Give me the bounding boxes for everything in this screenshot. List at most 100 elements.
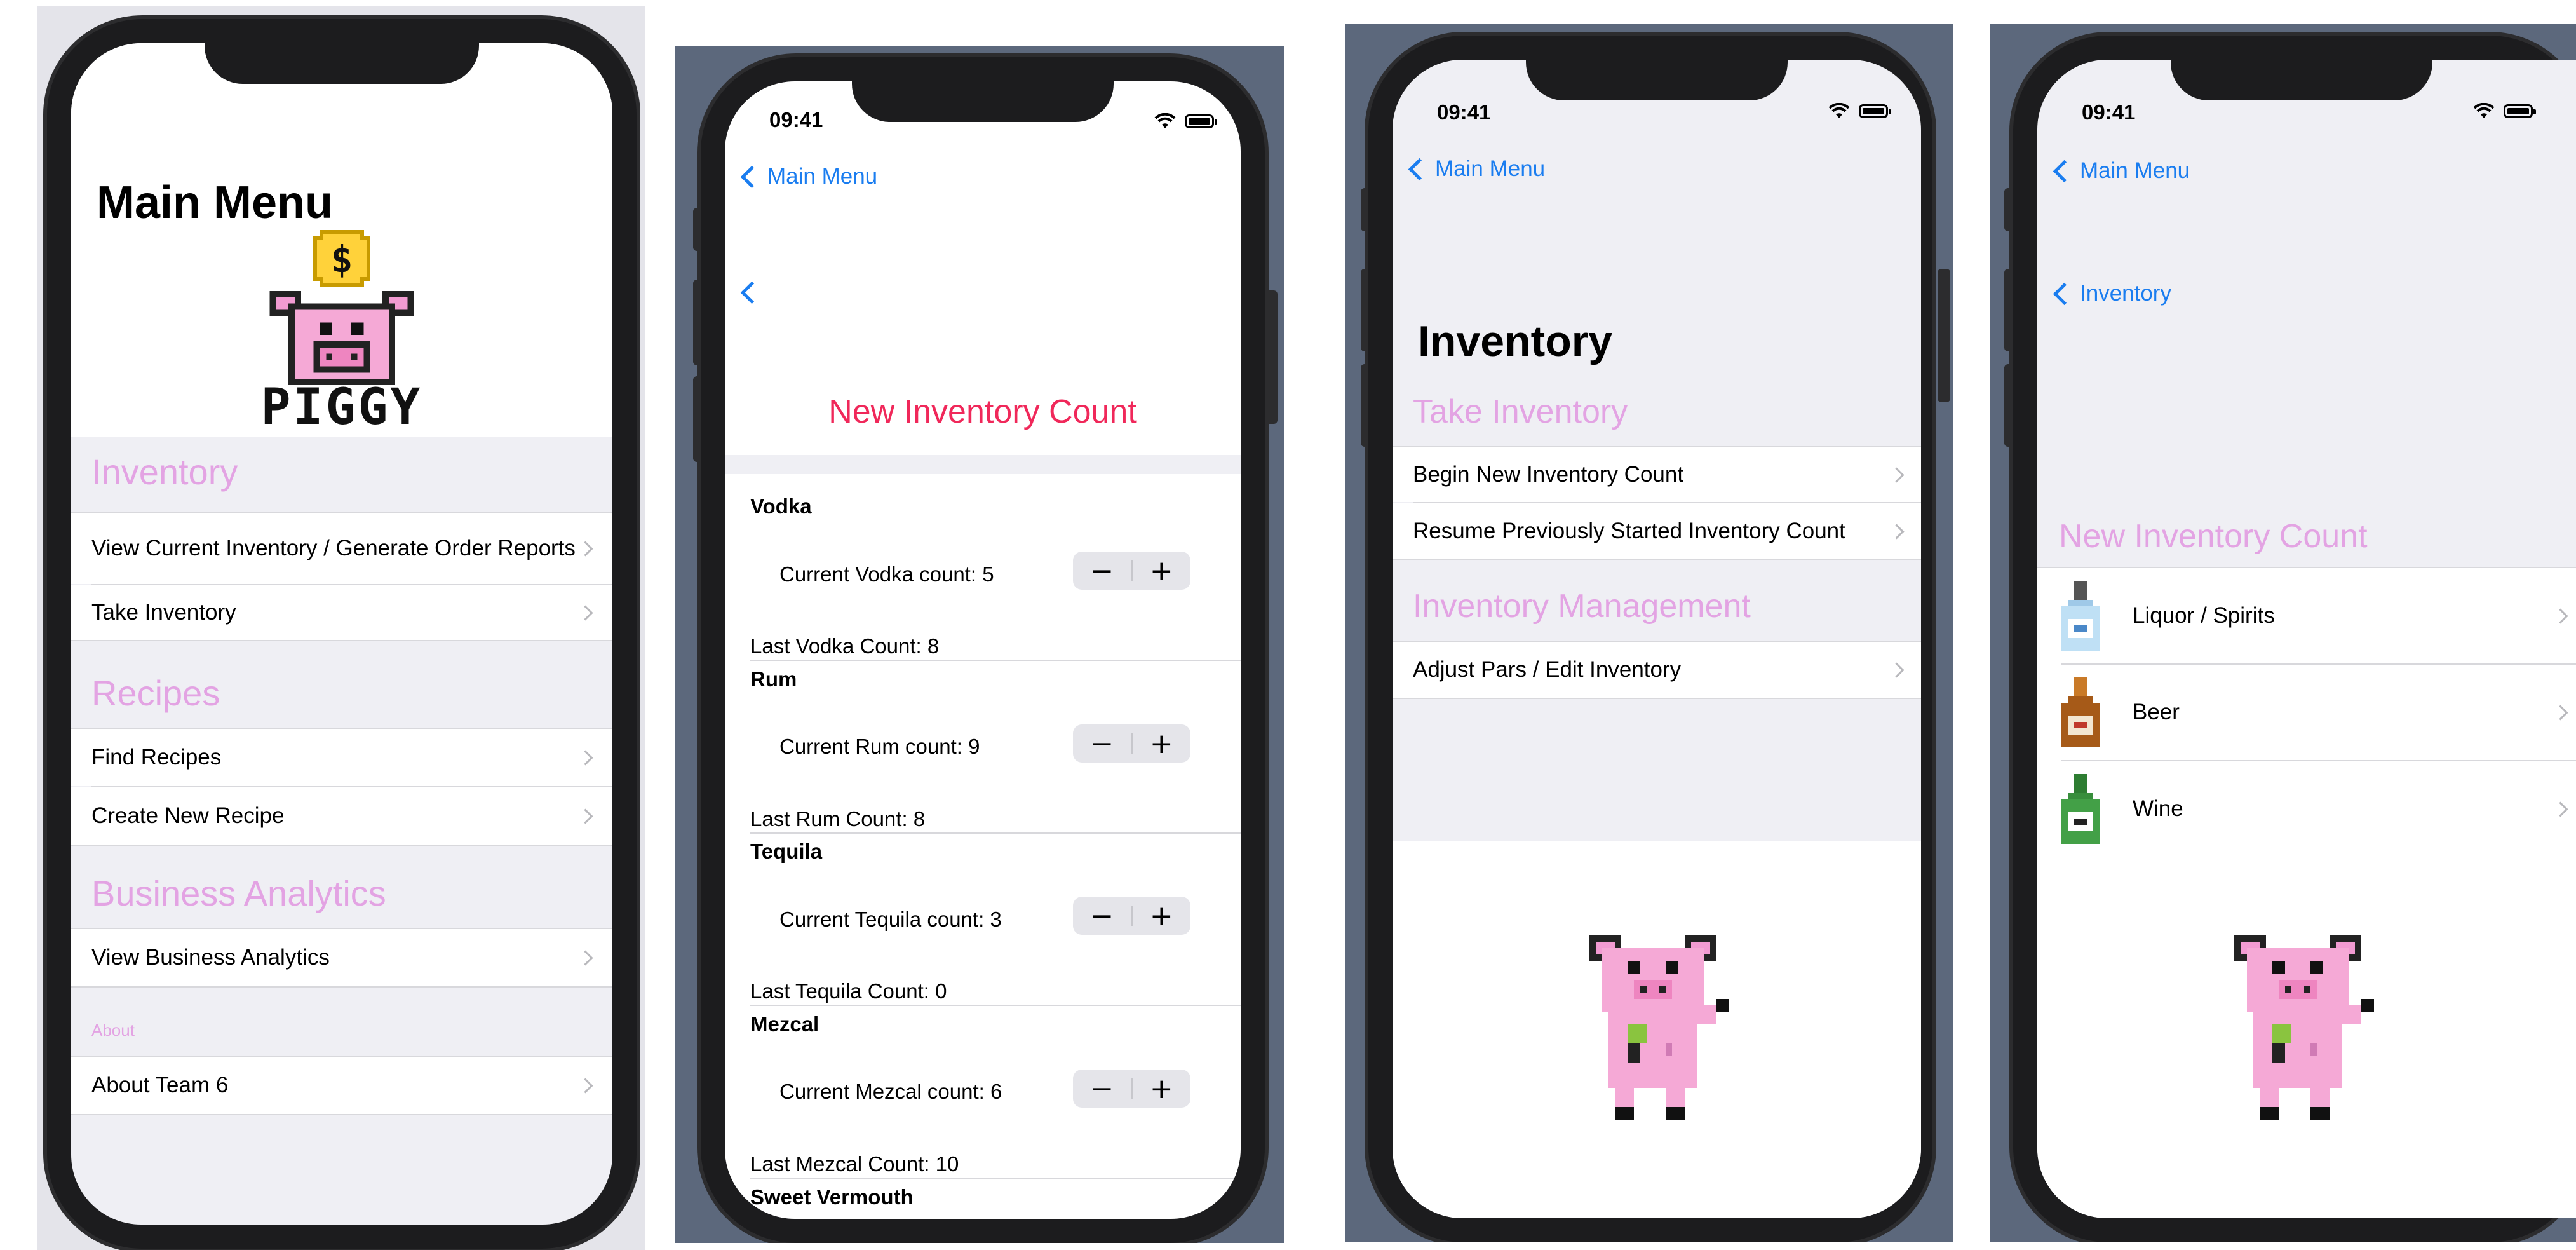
current-count-label: Current Rum count: 9 [779, 735, 980, 758]
item-name: Vodka [750, 494, 812, 518]
increment-button[interactable]: + [1133, 552, 1191, 590]
row-resume-count[interactable]: Resume Previously Started Inventory Coun… [1393, 503, 1921, 559]
chevron-right-icon [1889, 662, 1905, 678]
phone-frame: 09:41 Main Menu New Inventory Count Vodk… [701, 57, 1265, 1243]
decrement-button[interactable]: − [1073, 724, 1131, 763]
decrement-button[interactable]: − [1073, 552, 1131, 590]
pig-mascot-icon [2234, 935, 2374, 1120]
coin-icon: $ [313, 230, 370, 287]
row-liquor-spirits[interactable]: Liquor / Spirits [2037, 568, 2576, 663]
chevron-right-icon [577, 540, 593, 557]
power-button [1265, 290, 1278, 424]
row-beer[interactable]: Beer [2037, 665, 2576, 760]
last-count-label: Last Tequila Count: 0 [750, 979, 947, 1003]
coin-symbol: $ [331, 238, 353, 281]
last-count-label: Last Rum Count: 8 [750, 807, 926, 831]
last-count-label: Last Mezcal Count: 10 [750, 1152, 959, 1176]
chevron-right-icon [577, 949, 593, 966]
chevron-right-icon [577, 604, 593, 621]
item-name: Rum [750, 667, 797, 691]
row-about-team[interactable]: About Team 6 [71, 1057, 612, 1114]
row-label: Resume Previously Started Inventory Coun… [1413, 519, 1845, 544]
wifi-icon [1828, 103, 1850, 118]
wifi-icon [2473, 103, 2495, 118]
count-stepper[interactable]: − + [1073, 897, 1190, 935]
divider [750, 1005, 1241, 1006]
chevron-right-icon [2552, 801, 2568, 817]
section-header-take-inventory: Take Inventory [1413, 393, 1628, 430]
beer-bottle-icon [2061, 677, 2100, 747]
row-adjust-pars[interactable]: Adjust Pars / Edit Inventory [1393, 642, 1921, 698]
item-name: Tequila [750, 839, 823, 863]
back-button-main-menu[interactable]: Main Menu [740, 164, 877, 189]
count-stepper[interactable]: − + [1073, 1070, 1190, 1108]
section-header-recipes: Recipes [91, 673, 220, 713]
divider [1393, 559, 1921, 560]
wifi-icon [1154, 113, 1176, 128]
chevron-left-icon [2053, 160, 2076, 182]
row-label: Begin New Inventory Count [1413, 462, 1684, 487]
phone-screen: 09:41 Main Menu Inventory New Inventory … [2037, 60, 2576, 1218]
decrement-button[interactable]: − [1073, 897, 1131, 935]
phone-screen: 09:41 Main Menu Inventory Take Inventory… [1393, 60, 1921, 1218]
row-wine[interactable]: Wine [2037, 761, 2576, 857]
wine-bottle-icon [2061, 774, 2100, 844]
row-label: Take Inventory [91, 600, 236, 625]
back-button-main-menu[interactable]: Main Menu [2053, 158, 2190, 184]
row-find-recipes[interactable]: Find Recipes [71, 729, 612, 786]
section-header-inventory: Inventory [91, 452, 238, 492]
row-business-analytics[interactable]: View Business Analytics [71, 929, 612, 986]
status-time: 09:41 [1437, 100, 1491, 124]
row-create-recipe[interactable]: Create New Recipe [71, 787, 612, 845]
liquor-bottle-icon [2061, 581, 2100, 651]
piggy-logo: $ PIGGY [241, 228, 442, 437]
chevron-right-icon [577, 808, 593, 824]
page-title: New Inventory Count [828, 393, 1137, 430]
decrement-button[interactable]: − [1073, 1070, 1131, 1108]
row-label: Liquor / Spirits [2133, 603, 2275, 628]
chevron-right-icon [2552, 608, 2568, 624]
phone-notch [2171, 60, 2432, 100]
divider [1393, 698, 1921, 699]
section-header-business-analytics: Business Analytics [91, 873, 386, 913]
inventory-panel: 09:41 Main Menu Inventory Take Inventory… [1345, 24, 1953, 1242]
divider [71, 845, 612, 846]
row-label: Find Recipes [91, 745, 222, 770]
divider [71, 986, 612, 988]
divider [750, 1178, 1241, 1179]
page-title: Inventory [1418, 317, 1613, 365]
increment-button[interactable]: + [1133, 724, 1191, 763]
battery-icon [1859, 104, 1891, 118]
count-stepper[interactable]: − + [1073, 724, 1190, 763]
back-button-inventory[interactable]: Inventory [2053, 281, 2171, 306]
chevron-right-icon [577, 749, 593, 766]
back-button-main-menu[interactable]: Main Menu [1408, 156, 1545, 182]
row-take-inventory[interactable]: Take Inventory [71, 585, 612, 640]
chevron-left-icon [1408, 158, 1431, 180]
phone-screen: 09:41 Main Menu New Inventory Count Vodk… [725, 81, 1241, 1219]
chevron-right-icon [2552, 704, 2568, 721]
pig-face-icon [269, 290, 414, 385]
phone-notch [852, 81, 1114, 122]
section-header-about: About [91, 1021, 135, 1040]
main-menu-panel: Main Menu $ PIGGY Inventory View Current… [37, 6, 645, 1250]
row-label: Beer [2133, 700, 2180, 725]
increment-button[interactable]: + [1133, 897, 1191, 935]
phone-notch [205, 43, 479, 84]
row-label: View Current Inventory / Generate Order … [91, 536, 576, 561]
row-view-inventory[interactable]: View Current Inventory / Generate Order … [71, 513, 612, 584]
status-time: 09:41 [769, 108, 823, 132]
battery-icon [2504, 104, 2536, 118]
row-label: Wine [2133, 796, 2183, 822]
item-name: Sweet Vermouth [750, 1185, 914, 1209]
increment-button[interactable]: + [1133, 1070, 1191, 1108]
row-label: Adjust Pars / Edit Inventory [1413, 657, 1682, 683]
count-stepper[interactable]: − + [1073, 552, 1190, 590]
back-button[interactable] [740, 281, 767, 304]
current-count-label: Current Tequila count: 3 [779, 907, 1002, 931]
row-begin-new-count[interactable]: Begin New Inventory Count [1393, 447, 1921, 502]
back-label: Inventory [2080, 281, 2171, 306]
section-gap [725, 455, 1241, 474]
phone-notch [1526, 60, 1788, 100]
power-button [1938, 269, 1950, 402]
